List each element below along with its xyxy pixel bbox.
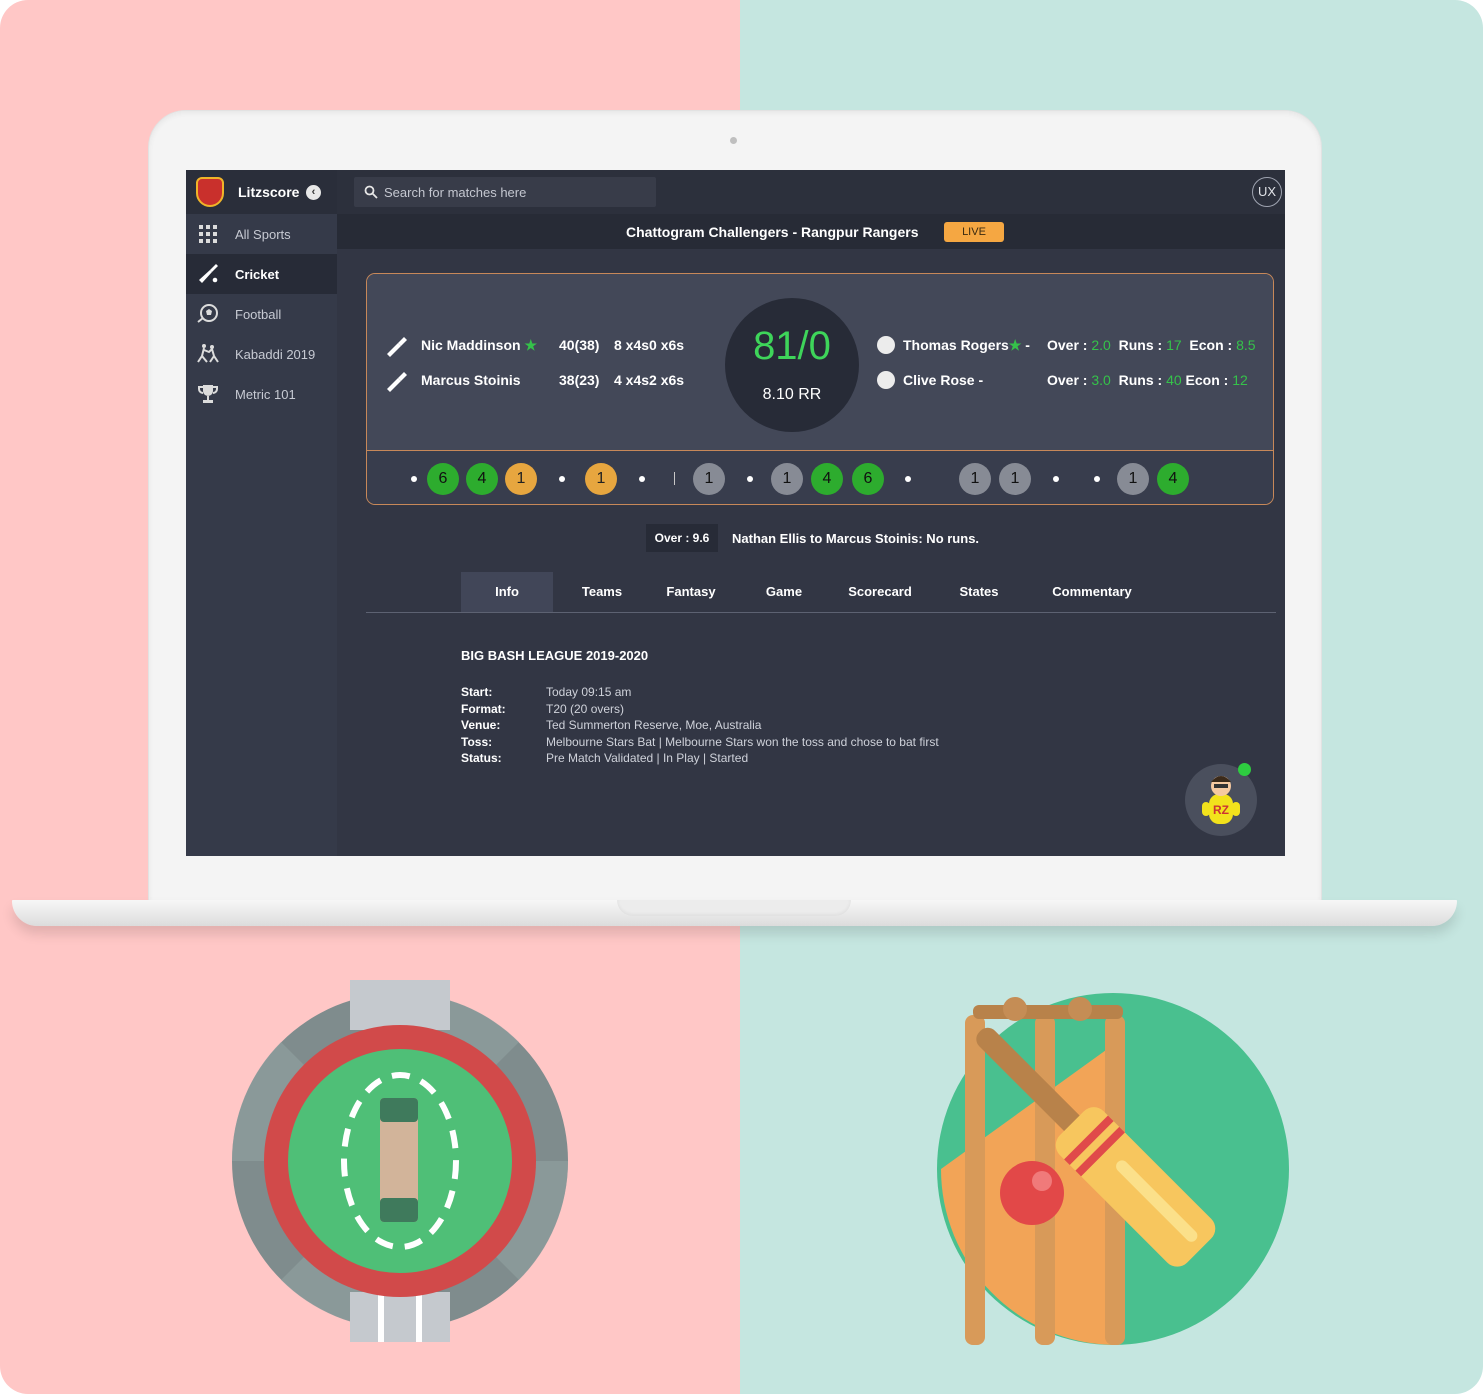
sidebar-item-football[interactable]: Football — [186, 294, 337, 334]
tab-teams[interactable]: Teams — [566, 572, 638, 612]
match-header: Chattogram Challengers - Rangpur Rangers… — [337, 214, 1285, 249]
bowler-stats: Over : 3.0 Runs : 40 Econ : 12 — [1047, 372, 1248, 388]
ball-outcome: 1 — [771, 463, 803, 495]
recent-balls-strip: 641111461114 — [367, 451, 1273, 504]
tab-info[interactable]: Info — [461, 572, 553, 612]
sidebar-item-all-sports[interactable]: All Sports — [186, 214, 337, 254]
cricket-bat-icon — [387, 337, 407, 357]
bowler-stats: Over : 2.0 Runs : 17 Econ : 8.5 — [1047, 337, 1256, 353]
bowler-name: Clive Rose - — [903, 372, 984, 388]
tab-game[interactable]: Game — [746, 572, 822, 612]
cricket-ball-icon — [877, 371, 895, 389]
info-label-format: Format: — [461, 702, 506, 716]
sidebar-item-kabaddi[interactable]: Kabaddi 2019 — [186, 334, 337, 374]
ball-outcome: 1 — [1117, 463, 1149, 495]
batsman-score: 38(23) — [559, 372, 600, 388]
sidebar: Litzscore ‹ All Sports Cricket Football … — [186, 170, 337, 856]
search-input[interactable]: Search for matches here — [384, 185, 526, 200]
match-title: Chattogram Challengers - Rangpur Rangers — [626, 224, 919, 240]
info-label-start: Start: — [461, 685, 493, 699]
batsman-boundaries: 8 x4s0 x6s — [614, 337, 685, 353]
ball-outcome: 6 — [427, 463, 459, 495]
ball-outcome: 1 — [999, 463, 1031, 495]
bowler-name: Thomas Rogers★ - — [903, 337, 1030, 353]
dot-ball — [1094, 476, 1100, 482]
user-avatar-button[interactable]: UX — [1252, 177, 1282, 207]
info-value-status: Pre Match Validated | In Play | Started — [546, 751, 749, 765]
sidebar-item-label: Cricket — [235, 267, 280, 282]
dot-ball — [1053, 476, 1059, 482]
dot-ball — [747, 476, 753, 482]
info-value-format: T20 (20 overs) — [546, 702, 625, 716]
brand-name: Litzscore — [238, 184, 300, 200]
app-screen: Litzscore ‹ All Sports Cricket Football … — [186, 170, 1285, 856]
ball-outcome: 1 — [505, 463, 537, 495]
tab-scorecard[interactable]: Scorecard — [836, 572, 924, 612]
over-separator — [674, 472, 675, 485]
scorecard-summary: Nic Maddinson ★ 40(38) 8 x4s0 x6s Marcus… — [367, 274, 1273, 451]
info-value-venue: Ted Summerton Reserve, Moe, Australia — [546, 718, 762, 732]
info-label-venue: Venue: — [461, 718, 501, 732]
kabaddi-icon — [197, 344, 219, 363]
laptop-notch — [617, 900, 851, 916]
star-icon: ★ — [524, 337, 538, 353]
sidebar-item-label: Football — [235, 307, 282, 322]
brand-logo-icon — [196, 177, 224, 207]
search-icon — [364, 185, 378, 199]
ball-outcome: 4 — [811, 463, 843, 495]
collapse-sidebar-button[interactable]: ‹ — [306, 185, 321, 200]
team-score: 81/0 — [753, 324, 831, 368]
last-ball-commentary: Nathan Ellis to Marcus Stoinis: No runs. — [732, 531, 980, 546]
sidebar-item-label: Kabaddi 2019 — [235, 347, 316, 362]
search-box[interactable]: Search for matches here — [354, 177, 656, 207]
batsman-name: Nic Maddinson ★ — [421, 337, 538, 353]
ball-outcome: 4 — [466, 463, 498, 495]
online-indicator — [1238, 763, 1251, 776]
star-icon: ★ — [1008, 337, 1022, 353]
showcase-canvas: Litzscore ‹ All Sports Cricket Football … — [0, 0, 1483, 1394]
ball-outcome: 1 — [585, 463, 617, 495]
over-badge: Over : 9.6 — [646, 524, 718, 552]
tab-fantasy[interactable]: Fantasy — [651, 572, 731, 612]
sidebar-item-label: All Sports — [235, 227, 291, 242]
cricket-bat-icon — [199, 264, 218, 283]
dot-ball — [559, 476, 565, 482]
stadium-illustration — [231, 980, 569, 1342]
ball-outcome: 1 — [959, 463, 991, 495]
cricket-bat-illustration — [937, 993, 1289, 1345]
dot-ball — [905, 476, 911, 482]
brand-bar: Litzscore ‹ — [186, 170, 337, 214]
team-score-circle: 81/0 8.10 RR — [725, 298, 859, 432]
info-label-status: Status: — [461, 751, 502, 765]
info-label-toss: Toss: — [461, 735, 493, 749]
ball-outcome: 4 — [1157, 463, 1189, 495]
laptop-camera — [730, 137, 737, 144]
match-tabs: Info Teams Fantasy Game Scorecard States… — [366, 572, 1276, 613]
sidebar-item-metric[interactable]: Metric 101 — [186, 374, 337, 414]
batsman-score: 40(38) — [559, 337, 600, 353]
batsman-boundaries: 4 x4s2 x6s — [614, 372, 685, 388]
football-icon — [197, 304, 218, 323]
live-badge: LIVE — [944, 222, 1004, 242]
cricket-bat-icon — [387, 372, 407, 392]
ball-outcome: 6 — [852, 463, 884, 495]
tab-states[interactable]: States — [941, 572, 1017, 612]
trophy-icon — [198, 385, 218, 403]
cricket-ball-icon — [877, 336, 895, 354]
grid-icon — [199, 225, 217, 243]
sidebar-item-cricket[interactable]: Cricket — [186, 254, 337, 294]
league-title: BIG BASH LEAGUE 2019-2020 — [461, 648, 649, 663]
chatbot-label: RZ — [1213, 803, 1229, 817]
top-bar: Search for matches here UX — [337, 170, 1285, 214]
tab-commentary[interactable]: Commentary — [1036, 572, 1148, 612]
batsman-name: Marcus Stoinis — [421, 372, 521, 388]
info-value-toss: Melbourne Stars Bat | Melbourne Stars wo… — [546, 735, 939, 749]
ball-outcome: 1 — [693, 463, 725, 495]
run-rate: 8.10 RR — [762, 386, 822, 403]
info-value-start: Today 09:15 am — [546, 685, 632, 699]
live-scorecard: Nic Maddinson ★ 40(38) 8 x4s0 x6s Marcus… — [366, 273, 1274, 505]
sidebar-item-label: Metric 101 — [235, 387, 296, 402]
dot-ball — [411, 476, 417, 482]
dot-ball — [639, 476, 645, 482]
